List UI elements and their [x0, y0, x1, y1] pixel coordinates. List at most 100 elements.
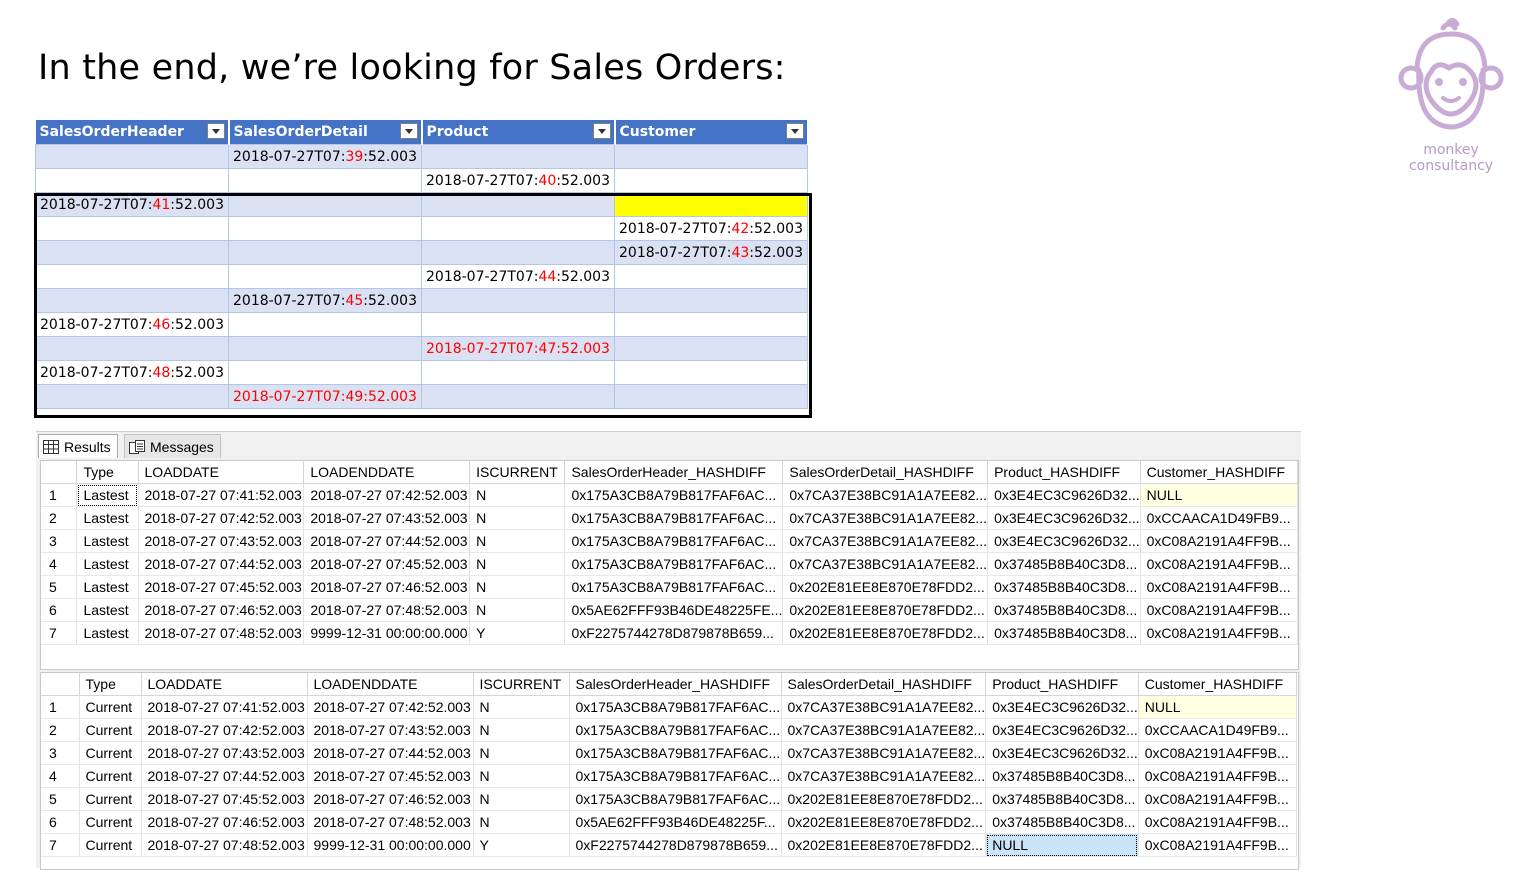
row-number[interactable]: 2 — [41, 506, 78, 530]
table-row[interactable]: 5 Lastest 2018-07-27 07:45:52.003 2018-07-2… — [41, 575, 1299, 599]
timeline-cell[interactable] — [228, 264, 422, 289]
grid-cell[interactable]: Lastest — [76, 575, 139, 599]
row-number[interactable]: 7 — [41, 621, 78, 645]
grid-cell[interactable]: 0xC08A2191A4FF9B... — [1140, 529, 1299, 553]
grid-cell[interactable]: 2018-07-27 07:48:52.003 — [141, 833, 308, 857]
grid-cell[interactable]: 2018-07-27 07:41:52.003 — [141, 695, 308, 719]
grid-cell[interactable]: 0x37485B8B40C3D8... — [985, 810, 1139, 834]
grid-cell[interactable]: 0x175A3CB8A79B817FAF6AC... — [564, 529, 784, 553]
grid-cell[interactable]: Current — [79, 718, 142, 742]
filter-dropdown-icon[interactable] — [399, 123, 418, 139]
table-row[interactable]: 3 Lastest 2018-07-27 07:43:52.003 2018-07-2… — [41, 529, 1299, 553]
timeline-cell[interactable] — [35, 216, 229, 241]
grid-cell[interactable]: N — [469, 506, 566, 530]
grid-cell[interactable]: Current — [79, 787, 142, 811]
grid-cell[interactable]: 2018-07-27 07:45:52.003 — [141, 787, 308, 811]
tab-results[interactable]: Results — [38, 434, 118, 458]
grid-cell[interactable]: NULL — [985, 833, 1139, 857]
timeline-cell[interactable] — [614, 168, 808, 193]
timeline-cell[interactable] — [421, 384, 615, 409]
column-header[interactable]: LOADDATE — [138, 461, 305, 484]
table-row[interactable]: 7 Current 2018-07-27 07:48:52.003 9999-12-3… — [41, 833, 1297, 857]
grid-cell[interactable]: 2018-07-27 07:46:52.003 — [307, 787, 474, 811]
column-header[interactable]: Type — [76, 461, 139, 484]
timeline-cell[interactable]: 2018-07-27T07:44:52.003 — [421, 264, 615, 289]
grid-cell[interactable]: 0xC08A2191A4FF9B... — [1140, 575, 1299, 599]
timeline-cell[interactable]: 2018-07-27T07:49:52.003 — [228, 384, 422, 409]
grid-cell[interactable]: 0x175A3CB8A79B817FAF6AC... — [564, 506, 784, 530]
timeline-cell[interactable] — [614, 144, 808, 169]
timeline-cell[interactable]: 2018-07-27T07:40:52.003 — [421, 168, 615, 193]
grid-cell[interactable]: 0x37485B8B40C3D8... — [987, 552, 1141, 576]
column-header[interactable]: ISCURRENT — [473, 673, 570, 696]
row-number[interactable]: 1 — [41, 483, 78, 507]
timeline-cell[interactable]: 2018-07-27T07:48:52.003 — [35, 360, 229, 385]
grid-cell[interactable]: N — [473, 764, 570, 788]
grid-cell[interactable]: 2018-07-27 07:43:52.003 — [303, 506, 471, 530]
timeline-cell[interactable] — [614, 360, 808, 385]
grid-cell[interactable]: N — [469, 598, 566, 622]
grid-cell[interactable]: 0x175A3CB8A79B817FAF6AC... — [564, 575, 784, 599]
grid-cell[interactable]: 2018-07-27 07:42:52.003 — [307, 695, 474, 719]
grid-cell[interactable]: Lastest — [76, 483, 139, 507]
timeline-cell[interactable] — [228, 240, 422, 265]
timeline-cell[interactable] — [614, 336, 808, 361]
grid-cell[interactable]: Lastest — [76, 552, 139, 576]
timeline-cell[interactable] — [421, 192, 615, 217]
grid-cell[interactable]: 2018-07-27 07:43:52.003 — [141, 741, 308, 765]
timeline-cell[interactable] — [614, 384, 808, 409]
table-row[interactable]: 7 Lastest 2018-07-27 07:48:52.003 9999-12-3… — [41, 621, 1299, 645]
grid-cell[interactable]: 0xF2275744278D879878B659... — [564, 621, 784, 645]
timeline-cell[interactable]: 2018-07-27T07:43:52.003 — [614, 240, 808, 265]
grid-cell[interactable]: 2018-07-27 07:45:52.003 — [138, 575, 305, 599]
column-header[interactable]: SalesOrderHeader_HASHDIFF — [569, 673, 782, 696]
timeline-cell[interactable] — [35, 384, 229, 409]
timeline-cell[interactable] — [228, 168, 422, 193]
grid-cell[interactable]: 2018-07-27 07:44:52.003 — [138, 552, 305, 576]
grid-cell[interactable]: 2018-07-27 07:48:52.003 — [303, 598, 471, 622]
table-row[interactable]: 4 Current 2018-07-27 07:44:52.003 2018-07-2… — [41, 764, 1297, 788]
grid-cell[interactable]: Lastest — [76, 529, 139, 553]
grid-cell[interactable]: Current — [79, 741, 142, 765]
column-header[interactable]: ISCURRENT — [469, 461, 566, 484]
grid-cell[interactable]: N — [469, 552, 566, 576]
grid-cell[interactable]: Y — [473, 833, 570, 857]
grid-cell[interactable]: 0x7CA37E38BC91A1A7EE82... — [781, 695, 987, 719]
grid-cell[interactable]: 9999-12-31 00:00:00.000 — [307, 833, 474, 857]
grid-cell[interactable]: 0xCCAACA1D49FB9... — [1138, 718, 1297, 742]
row-number[interactable]: 3 — [41, 741, 80, 765]
timeline-cell[interactable] — [228, 192, 422, 217]
grid-cell[interactable]: 2018-07-27 07:46:52.003 — [303, 575, 471, 599]
column-header[interactable]: Customer_HASHDIFF — [1138, 673, 1297, 696]
row-number[interactable]: 3 — [41, 529, 78, 553]
grid-cell[interactable]: 2018-07-27 07:41:52.003 — [138, 483, 305, 507]
row-number[interactable]: 6 — [41, 598, 78, 622]
table-row[interactable]: 1 Current 2018-07-27 07:41:52.003 2018-07-2… — [41, 695, 1297, 719]
table-row[interactable]: 2 Lastest 2018-07-27 07:42:52.003 2018-07-2… — [41, 506, 1299, 530]
grid-cell[interactable]: 0x37485B8B40C3D8... — [985, 764, 1139, 788]
row-number[interactable]: 5 — [41, 787, 80, 811]
grid-cell[interactable]: 0x7CA37E38BC91A1A7EE82... — [782, 552, 989, 576]
timeline-cell[interactable] — [35, 288, 229, 313]
grid-cell[interactable]: 0x3E4EC3C9626D32... — [985, 741, 1139, 765]
grid-cell[interactable]: 0x37485B8B40C3D8... — [987, 621, 1141, 645]
timeline-cell[interactable] — [421, 240, 615, 265]
row-number[interactable]: 4 — [41, 764, 80, 788]
grid-cell[interactable]: 0xC08A2191A4FF9B... — [1140, 552, 1299, 576]
grid-cell[interactable]: 0x202E81EE8E870E78FDD2... — [781, 833, 987, 857]
grid-cell[interactable]: 0xC08A2191A4FF9B... — [1140, 598, 1299, 622]
timeline-cell[interactable] — [228, 360, 422, 385]
row-number[interactable]: 6 — [41, 810, 80, 834]
timeline-cell[interactable] — [614, 288, 808, 313]
grid-cell[interactable]: 2018-07-27 07:45:52.003 — [303, 552, 471, 576]
grid-cell[interactable]: Lastest — [76, 506, 139, 530]
table-row[interactable]: 5 Current 2018-07-27 07:45:52.003 2018-07-2… — [41, 787, 1297, 811]
timeline-cell[interactable]: 2018-07-27T07:39:52.003 — [228, 144, 422, 169]
table-row[interactable]: 1 Lastest 2018-07-27 07:41:52.003 2018-07-2… — [41, 483, 1299, 507]
grid-cell[interactable]: 2018-07-27 07:42:52.003 — [141, 718, 308, 742]
timeline-cell[interactable] — [35, 240, 229, 265]
grid-cell[interactable]: 0xC08A2191A4FF9B... — [1138, 764, 1297, 788]
table-row[interactable]: 4 Lastest 2018-07-27 07:44:52.003 2018-07-2… — [41, 552, 1299, 576]
grid-cell[interactable]: 0x175A3CB8A79B817FAF6AC... — [569, 764, 782, 788]
column-header[interactable]: SalesOrderDetail_HASHDIFF — [781, 673, 987, 696]
